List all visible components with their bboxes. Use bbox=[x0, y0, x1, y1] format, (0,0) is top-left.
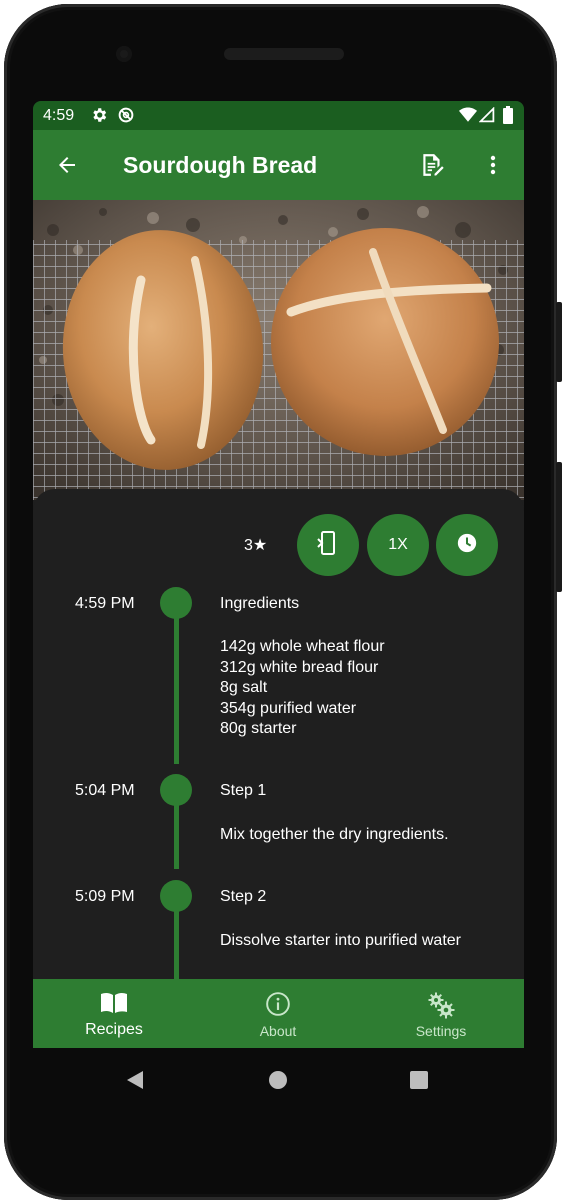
front-camera bbox=[116, 46, 132, 62]
timeline-title: Step 2 bbox=[220, 888, 267, 905]
timeline-time: 5:04 PM bbox=[75, 782, 135, 799]
wifi-icon bbox=[459, 107, 477, 128]
ingredient-line: 312g white bread flour bbox=[220, 658, 379, 676]
system-navigation bbox=[33, 1048, 524, 1112]
power-button bbox=[556, 302, 562, 382]
phone-icon bbox=[317, 530, 339, 560]
sync-icon bbox=[117, 106, 135, 129]
keep-screen-on-button[interactable] bbox=[297, 514, 359, 576]
more-vert-icon[interactable] bbox=[477, 149, 509, 181]
earpiece-speaker bbox=[224, 48, 344, 60]
nav-about[interactable]: About bbox=[198, 979, 358, 1048]
page-title: Sourdough Bread bbox=[123, 152, 318, 178]
timeline-dot bbox=[160, 587, 192, 619]
back-triangle-icon[interactable] bbox=[125, 1070, 145, 1095]
edit-note-icon[interactable] bbox=[416, 149, 448, 181]
scale-label: 1X bbox=[388, 536, 408, 553]
step-text: Mix together the dry ingredients. bbox=[220, 826, 449, 843]
timeline-title: Step 1 bbox=[220, 782, 267, 799]
app-screen: 4:59 Sourdough Bread 3★ 1X 4:59 PM Ingre… bbox=[33, 101, 524, 1048]
recipe-photo bbox=[33, 200, 524, 500]
nav-recipes[interactable]: Recipes bbox=[34, 979, 194, 1048]
timeline-connector bbox=[174, 599, 179, 764]
ingredient-line: 354g purified water bbox=[220, 699, 357, 717]
recipe-sheet: 3★ 1X 4:59 PM Ingredients 142g whole whe… bbox=[33, 489, 524, 989]
timeline-dot bbox=[160, 880, 192, 912]
recents-square-icon[interactable] bbox=[409, 1070, 429, 1095]
timeline-time: 4:59 PM bbox=[75, 595, 135, 612]
timeline-dot bbox=[160, 774, 192, 806]
nav-label: About bbox=[259, 1023, 297, 1039]
scale-button[interactable]: 1X bbox=[367, 514, 429, 576]
arrow-back-icon[interactable] bbox=[51, 149, 83, 181]
nav-label: Settings bbox=[415, 1023, 467, 1039]
timeline-time: 5:09 PM bbox=[75, 888, 135, 905]
gear-icon bbox=[90, 106, 108, 129]
home-circle-icon[interactable] bbox=[268, 1070, 288, 1095]
timer-button[interactable] bbox=[436, 514, 498, 576]
signal-icon bbox=[478, 106, 495, 128]
ingredient-line: 8g salt bbox=[220, 679, 268, 696]
bottom-navigation: Recipes About Settings bbox=[33, 979, 524, 1048]
nav-label: Recipes bbox=[85, 1021, 143, 1038]
timeline-title: Ingredients bbox=[220, 595, 300, 612]
rating-label: 3★ bbox=[244, 537, 268, 554]
nav-settings[interactable]: Settings bbox=[361, 979, 521, 1048]
ingredients-list: 142g whole wheat flour 312g white bread … bbox=[220, 637, 385, 740]
app-bar: Sourdough Bread bbox=[33, 130, 524, 200]
step-text: Dissolve starter into purified water bbox=[220, 932, 461, 949]
info-icon bbox=[198, 991, 358, 1017]
gears-icon bbox=[361, 991, 521, 1019]
ingredient-line: 142g whole wheat flour bbox=[220, 638, 385, 655]
volume-button bbox=[556, 462, 562, 592]
ingredient-line: 80g starter bbox=[220, 720, 297, 737]
clock-icon bbox=[456, 532, 478, 559]
battery-icon bbox=[503, 106, 513, 129]
status-bar: 4:59 bbox=[33, 101, 524, 130]
book-icon bbox=[34, 991, 194, 1015]
status-time: 4:59 bbox=[43, 107, 75, 124]
